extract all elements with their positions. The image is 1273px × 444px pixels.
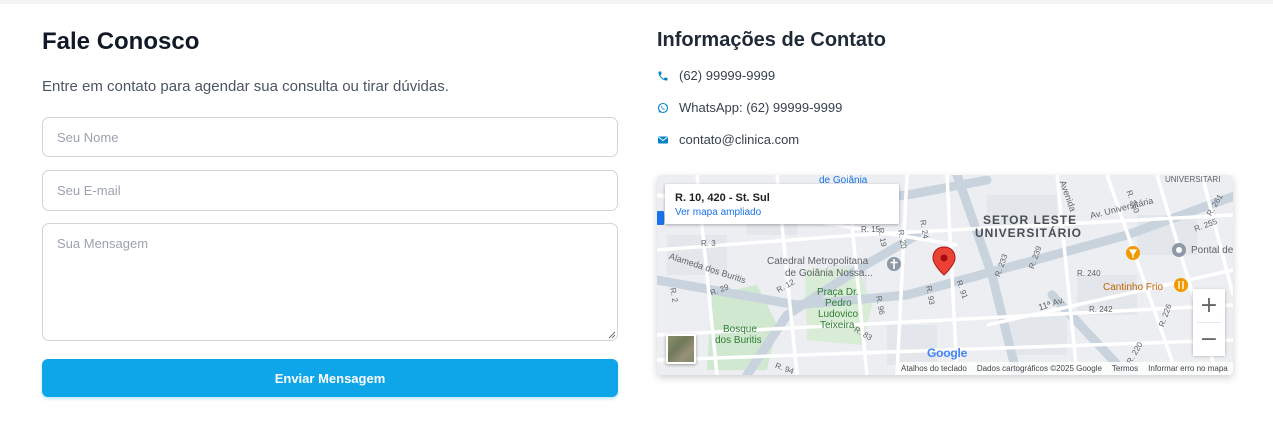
google-logo-text: Google xyxy=(927,346,968,360)
map-label-r3: R. 3 xyxy=(701,239,716,248)
satellite-layer-toggle[interactable] xyxy=(666,334,696,364)
zoom-out-button[interactable]: − xyxy=(1193,323,1225,356)
map-attribution-bar: Atalhos do teclado Dados cartográficos ©… xyxy=(897,362,1233,375)
form-subtitle: Entre em contato para agendar sua consul… xyxy=(42,78,449,95)
name-input[interactable] xyxy=(42,117,618,157)
contact-form-section: Fale Conosco Entre em contato para agend… xyxy=(42,28,618,397)
submit-button[interactable]: Enviar Mensagem xyxy=(42,359,618,397)
map-label-bosque: Bosque xyxy=(723,324,757,335)
resize-grip-icon[interactable] xyxy=(608,331,616,339)
report-error-link[interactable]: Informar erro no mapa xyxy=(1148,364,1228,373)
whatsapp-row: WhatsApp: (62) 99999-9999 xyxy=(657,100,842,115)
map-place-address: R. 10, 420 - St. Sul xyxy=(675,192,770,204)
map-label-universitari: UNIVERSITARI xyxy=(1165,175,1221,184)
map-label-catedral-2: de Goiânia Nossa... xyxy=(785,268,873,279)
map-label-setor-leste: SETOR LESTE xyxy=(983,213,1078,227)
zoom-in-button[interactable]: + xyxy=(1193,289,1225,322)
whatsapp-text: WhatsApp: (62) 99999-9999 xyxy=(679,100,843,115)
phone-text: (62) 99999-9999 xyxy=(679,68,776,83)
map-label-universitario: UNIVERSITÁRIO xyxy=(975,226,1083,240)
message-textarea[interactable] xyxy=(42,223,618,341)
map-label-catedral: Catedral Metropolitana xyxy=(767,256,869,267)
map-label-praca-4: Teixeira xyxy=(820,320,855,331)
map-label-cantinho: Cantinho Frio xyxy=(1103,282,1164,293)
google-logo: Google xyxy=(927,346,967,360)
keyboard-shortcuts-link[interactable]: Atalhos do teclado xyxy=(901,364,967,373)
map-label-praca: Praça Dr. xyxy=(817,287,859,298)
email-row: contato@clinica.com xyxy=(657,132,799,147)
map-label-r15: R. 15 xyxy=(861,225,881,234)
embedded-map[interactable]: SETOR LESTE UNIVERSITÁRIO Catedral Metro… xyxy=(657,175,1233,375)
form-title: Fale Conosco xyxy=(42,28,200,55)
contact-info-section: Informações de Contato (62) 99999-9999 W… xyxy=(657,28,1233,375)
map-label-bosque-2: dos Buritis xyxy=(715,335,762,346)
map-label-praca-2: Pedro xyxy=(825,298,852,309)
larger-map-link[interactable]: Ver mapa ampliado xyxy=(675,206,889,220)
phone-row: (62) 99999-9999 xyxy=(657,68,775,83)
map-zoom-controls: + − xyxy=(1193,289,1225,356)
top-divider xyxy=(0,0,1273,4)
terms-link[interactable]: Termos xyxy=(1112,364,1138,373)
contact-info-title: Informações de Contato xyxy=(657,29,886,51)
email-text: contato@clinica.com xyxy=(679,132,800,147)
envelope-icon xyxy=(657,134,669,146)
map-place-card: R. 10, 420 - St. Sul Ver mapa ampliado xyxy=(665,184,899,224)
map-data-credit: Dados cartográficos ©2025 Google xyxy=(976,364,1102,373)
map-label-r240: R. 240 xyxy=(1077,269,1101,278)
email-input[interactable] xyxy=(42,170,618,211)
whatsapp-icon xyxy=(657,102,669,114)
map-label-praca-3: Ludovico xyxy=(818,309,859,320)
map-label-pontal: Pontal de xyxy=(1191,245,1233,256)
phone-icon xyxy=(657,70,669,82)
map-label-r242: R. 242 xyxy=(1089,305,1113,314)
